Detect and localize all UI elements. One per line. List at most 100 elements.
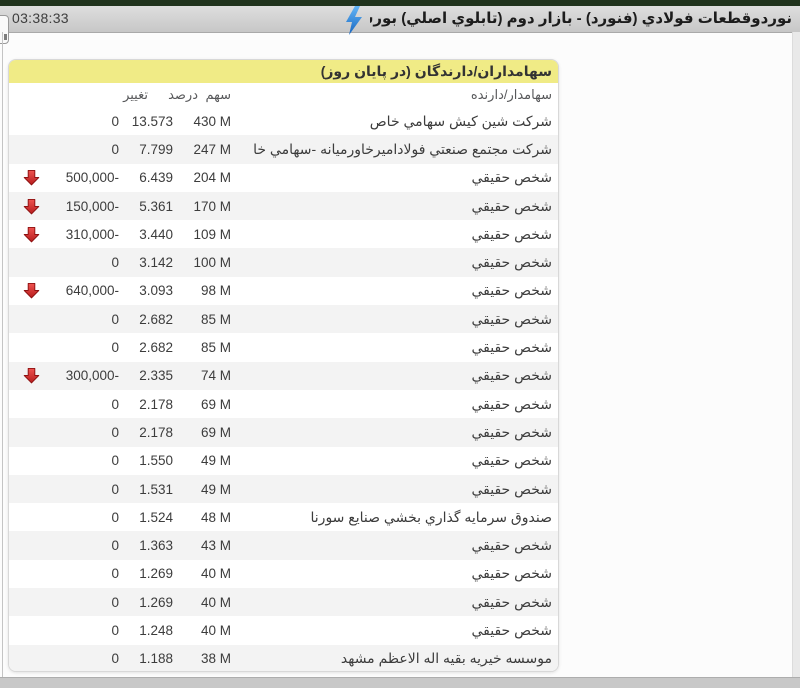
table-row[interactable]: 0 1.269 40 M شخص حقيقي bbox=[9, 560, 558, 588]
down-arrow-icon bbox=[23, 226, 40, 243]
holder-name: شخص حقيقي bbox=[231, 339, 558, 356]
change-direction-cell bbox=[9, 226, 45, 243]
holder-name: شخص حقيقي bbox=[231, 226, 558, 243]
shares-value: 247 M bbox=[173, 142, 231, 157]
table-row[interactable]: 0 2.178 69 M شخص حقيقي bbox=[9, 390, 558, 418]
change-value: 0 bbox=[45, 651, 119, 666]
column-header-shares: سهم bbox=[198, 87, 231, 103]
change-value: 0 bbox=[45, 142, 119, 157]
lightning-bolt-icon bbox=[343, 6, 364, 35]
holder-name: شخص حقيقي bbox=[231, 198, 558, 215]
table-row[interactable]: 0 2.682 85 M شخص حقيقي bbox=[9, 333, 558, 361]
holder-name: صندوق سرمايه گذاري بخشي صنايع سورنا bbox=[231, 509, 558, 526]
table-row[interactable]: 0 1.550 49 M شخص حقيقي bbox=[9, 447, 558, 475]
table-row[interactable]: 310,000- 3.440 109 M شخص حقيقي bbox=[9, 220, 558, 248]
change-value: 500,000- bbox=[45, 170, 119, 185]
shares-value: 98 M bbox=[173, 283, 231, 298]
holder-name: شخص حقيقي bbox=[231, 169, 558, 186]
percent-value: 2.335 bbox=[119, 368, 173, 383]
change-direction-cell bbox=[9, 509, 45, 526]
change-direction-cell bbox=[9, 650, 45, 667]
percent-value: 2.178 bbox=[119, 397, 173, 412]
percent-value: 1.269 bbox=[119, 595, 173, 610]
change-direction-cell bbox=[9, 254, 45, 271]
holder-name: شخص حقيقي bbox=[231, 622, 558, 639]
holder-name: شخص حقيقي bbox=[231, 424, 558, 441]
change-value: 640,000- bbox=[45, 283, 119, 298]
percent-value: 13.573 bbox=[119, 114, 173, 129]
holder-name: شخص حقيقي bbox=[231, 367, 558, 384]
holder-name: شخص حقيقي bbox=[231, 565, 558, 582]
shareholders-panel: سهامداران/دارندگان (در پايان روز) تغيير … bbox=[8, 59, 559, 672]
change-direction-cell bbox=[9, 424, 45, 441]
down-arrow-icon bbox=[23, 282, 40, 299]
column-header-holder: سهامدار/دارنده bbox=[231, 87, 558, 103]
scrollbar-track[interactable] bbox=[792, 32, 800, 678]
shares-value: 38 M bbox=[173, 651, 231, 666]
table-row[interactable]: 0 1.531 49 M شخص حقيقي bbox=[9, 475, 558, 503]
change-direction-cell bbox=[9, 594, 45, 611]
holder-name: شخص حقيقي bbox=[231, 481, 558, 498]
holder-name: شرکت مجتمع صنعتي فولاداميرخاورميانه -سها… bbox=[231, 141, 558, 158]
shares-value: 49 M bbox=[173, 482, 231, 497]
change-value: 0 bbox=[45, 312, 119, 327]
change-direction-cell bbox=[9, 198, 45, 215]
table-row[interactable]: 0 3.142 100 M شخص حقيقي bbox=[9, 248, 558, 276]
table-row[interactable]: 0 1.524 48 M صندوق سرمايه گذاري بخشي صنا… bbox=[9, 503, 558, 531]
holder-name: شخص حقيقي bbox=[231, 594, 558, 611]
change-value: 0 bbox=[45, 397, 119, 412]
shares-value: 100 M bbox=[173, 255, 231, 270]
change-direction-cell bbox=[9, 339, 45, 356]
table-row[interactable]: 500,000- 6.439 204 M شخص حقيقي bbox=[9, 164, 558, 192]
shares-value: 69 M bbox=[173, 425, 231, 440]
table-row[interactable]: 640,000- 3.093 98 M شخص حقيقي bbox=[9, 277, 558, 305]
table-row[interactable]: 0 7.799 247 M شرکت مجتمع صنعتي فولادامير… bbox=[9, 135, 558, 163]
shares-value: 204 M bbox=[173, 170, 231, 185]
table-row[interactable]: 0 2.682 85 M شخص حقيقي bbox=[9, 305, 558, 333]
table-row[interactable]: 0 1.188 38 M موسسه خيريه بقيه اله الاعظم… bbox=[9, 645, 558, 672]
table-body: 0 13.573 430 M شرکت شين کيش سهامي خاص 0 … bbox=[9, 107, 558, 672]
change-value: 0 bbox=[45, 482, 119, 497]
percent-value: 1.363 bbox=[119, 538, 173, 553]
shares-value: 49 M bbox=[173, 453, 231, 468]
table-row[interactable]: 0 13.573 430 M شرکت شين کيش سهامي خاص bbox=[9, 107, 558, 135]
change-direction-cell bbox=[9, 282, 45, 299]
change-value: 0 bbox=[45, 510, 119, 525]
change-direction-cell bbox=[9, 396, 45, 413]
percent-value: 3.093 bbox=[119, 283, 173, 298]
change-value: 0 bbox=[45, 623, 119, 638]
table-row[interactable]: 300,000- 2.335 74 M شخص حقيقي bbox=[9, 362, 558, 390]
bottom-bar bbox=[0, 677, 800, 688]
table-row[interactable]: 150,000- 5.361 170 M شخص حقيقي bbox=[9, 192, 558, 220]
down-arrow-icon bbox=[23, 367, 40, 384]
percent-value: 7.799 bbox=[119, 142, 173, 157]
percent-value: 3.440 bbox=[119, 227, 173, 242]
table-row[interactable]: 0 1.269 40 M شخص حقيقي bbox=[9, 588, 558, 616]
table-row[interactable]: 0 1.363 43 M شخص حقيقي bbox=[9, 531, 558, 559]
change-direction-cell bbox=[9, 141, 45, 158]
change-direction-cell bbox=[9, 565, 45, 582]
shares-value: 48 M bbox=[173, 510, 231, 525]
down-arrow-icon bbox=[23, 198, 40, 215]
change-value: 310,000- bbox=[45, 227, 119, 242]
holder-name: شخص حقيقي bbox=[231, 311, 558, 328]
percent-value: 2.178 bbox=[119, 425, 173, 440]
change-value: 0 bbox=[45, 453, 119, 468]
change-direction-cell bbox=[9, 311, 45, 328]
table-row[interactable]: 0 1.248 40 M شخص حقيقي bbox=[9, 616, 558, 644]
shares-value: 40 M bbox=[173, 566, 231, 581]
percent-value: 5.361 bbox=[119, 199, 173, 214]
shares-value: 85 M bbox=[173, 312, 231, 327]
table-row[interactable]: 0 2.178 69 M شخص حقيقي bbox=[9, 418, 558, 446]
column-header-change: تغيير bbox=[9, 87, 148, 103]
change-value: 0 bbox=[45, 255, 119, 270]
shares-value: 74 M bbox=[173, 368, 231, 383]
percent-value: 1.248 bbox=[119, 623, 173, 638]
percent-value: 1.550 bbox=[119, 453, 173, 468]
holder-name: شخص حقيقي bbox=[231, 282, 558, 299]
change-value: 0 bbox=[45, 595, 119, 610]
left-edge-line bbox=[2, 32, 3, 678]
percent-value: 1.524 bbox=[119, 510, 173, 525]
change-direction-cell bbox=[9, 113, 45, 130]
percent-value: 6.439 bbox=[119, 170, 173, 185]
